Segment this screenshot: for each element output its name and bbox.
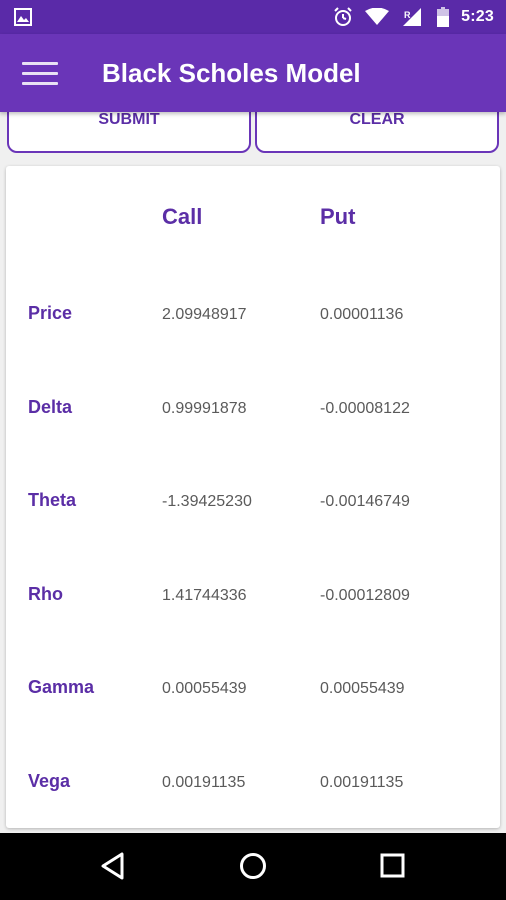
row-label-delta: Delta bbox=[28, 397, 73, 417]
delta-call-value: 0.99991878 bbox=[162, 400, 247, 417]
signal-icon: R bbox=[403, 8, 422, 26]
theta-put-value: -0.00146749 bbox=[320, 493, 410, 510]
battery-icon bbox=[437, 7, 450, 27]
rho-put-value: -0.00012809 bbox=[320, 587, 410, 604]
results-card: Call Put Price 2.09948917 0.00001136 Del… bbox=[6, 166, 500, 828]
svg-text:R: R bbox=[404, 10, 411, 20]
row-label-gamma: Gamma bbox=[28, 677, 95, 697]
put-column-header: Put bbox=[320, 204, 356, 229]
rho-call-value: 1.41744336 bbox=[162, 587, 247, 604]
alarm-icon bbox=[334, 7, 352, 26]
row-label-theta: Theta bbox=[28, 490, 77, 510]
wifi-icon bbox=[365, 8, 390, 25]
vega-put-value: 0.00191135 bbox=[320, 774, 404, 791]
row-label-price: Price bbox=[28, 303, 73, 323]
navigation-bar bbox=[0, 833, 506, 900]
app-title: Black Scholes Model bbox=[102, 58, 361, 88]
app-bar: Black Scholes Model bbox=[0, 34, 506, 112]
status-time: 5:23 bbox=[461, 8, 494, 25]
recents-icon[interactable] bbox=[380, 853, 406, 879]
hamburger-menu-icon[interactable] bbox=[22, 62, 58, 86]
row-label-vega: Vega bbox=[28, 771, 71, 791]
image-icon bbox=[14, 8, 32, 26]
row-label-rho: Rho bbox=[28, 584, 63, 604]
vega-call-value: 0.00191135 bbox=[162, 774, 246, 791]
delta-put-value: -0.00008122 bbox=[320, 400, 410, 417]
status-bar: R 5:23 bbox=[0, 0, 506, 34]
price-call-value: 2.09948917 bbox=[162, 306, 247, 323]
gamma-call-value: 0.00055439 bbox=[162, 680, 247, 697]
gamma-put-value: 0.00055439 bbox=[320, 680, 405, 697]
back-icon[interactable] bbox=[100, 852, 126, 880]
call-column-header: Call bbox=[162, 204, 203, 229]
price-put-value: 0.00001136 bbox=[320, 306, 404, 323]
home-icon[interactable] bbox=[238, 851, 268, 881]
theta-call-value: -1.39425230 bbox=[162, 493, 252, 510]
